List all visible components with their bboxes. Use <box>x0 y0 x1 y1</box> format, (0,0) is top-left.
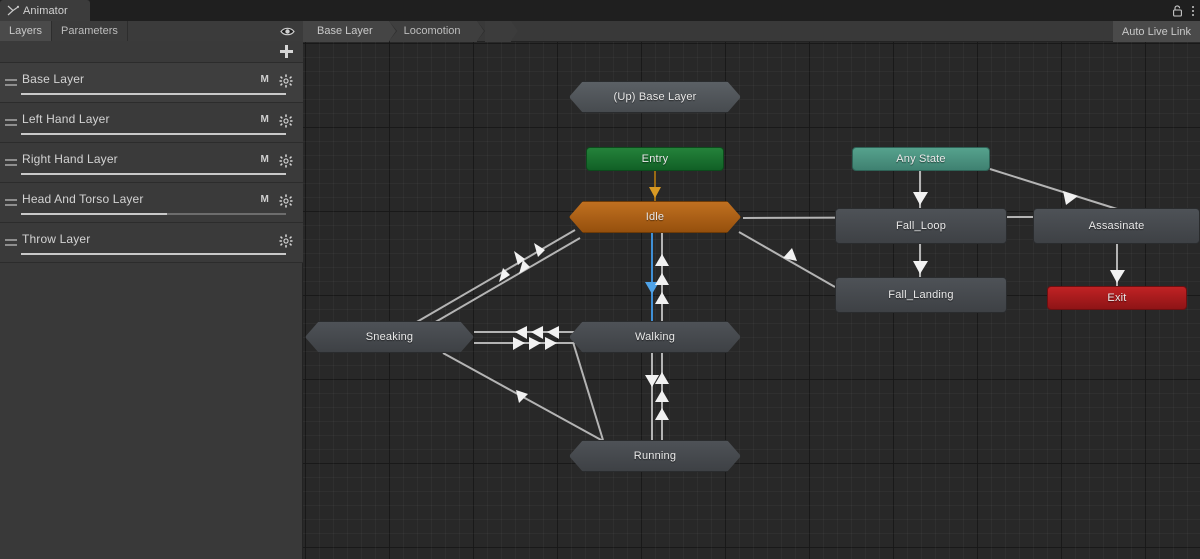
tab-parameters[interactable]: Parameters <box>52 21 128 41</box>
layer-name: Throw Layer <box>22 232 91 246</box>
gear-icon[interactable] <box>279 194 293 208</box>
layer-weight-fill <box>21 93 286 95</box>
state-node-idle[interactable]: Idle <box>569 201 741 233</box>
state-node-walking[interactable]: Walking <box>569 321 741 353</box>
layer-weight-slider[interactable] <box>21 93 286 95</box>
state-node-label: Running <box>633 450 677 462</box>
state-node-sneaking[interactable]: Sneaking <box>305 321 474 353</box>
state-node-fall_landing[interactable]: Fall_Landing <box>835 277 1007 313</box>
layer-weight-slider[interactable] <box>21 133 286 135</box>
state-node-label: Sneaking <box>365 331 414 343</box>
breadcrumb-item-locomotion[interactable]: Locomotion <box>389 20 485 42</box>
state-node-label: Fall_Loop <box>895 220 947 232</box>
auto-live-link-button[interactable]: Auto Live Link <box>1112 21 1200 42</box>
state-node-label: Walking <box>634 331 676 343</box>
layer-row[interactable]: Right Hand Layer M <box>0 143 303 183</box>
gear-icon[interactable] <box>279 154 293 168</box>
layer-weight-fill <box>21 213 167 215</box>
layer-name: Left Hand Layer <box>22 112 110 126</box>
state-node-fall_loop[interactable]: Fall_Loop <box>835 208 1007 244</box>
layer-mask-indicator[interactable]: M <box>260 114 269 125</box>
panel-tab-filler <box>127 21 303 41</box>
tab-animator[interactable]: Animator <box>0 0 90 21</box>
layer-mask-indicator[interactable]: M <box>260 194 269 205</box>
panel-tab-row: Layers Parameters <box>0 21 303 41</box>
layer-weight-slider[interactable] <box>21 253 286 255</box>
drag-handle-icon[interactable] <box>5 119 17 126</box>
state-node-entry[interactable]: Entry <box>586 147 724 171</box>
lock-icon[interactable] <box>1172 4 1183 17</box>
drag-handle-icon[interactable] <box>5 199 17 206</box>
layer-row[interactable]: Base Layer M <box>0 63 303 103</box>
state-node-label: (Up) Base Layer <box>613 91 697 103</box>
layer-row[interactable]: Head And Torso Layer M <box>0 183 303 223</box>
layer-weight-fill <box>21 133 286 135</box>
drag-handle-icon[interactable] <box>5 239 17 246</box>
layer-name: Head And Torso Layer <box>22 192 144 206</box>
animator-window: Animator Layers Parameters Base Layer M … <box>0 0 1200 559</box>
tab-layers[interactable]: Layers <box>0 21 53 41</box>
layer-name: Right Hand Layer <box>22 152 118 166</box>
state-machine-canvas[interactable]: .ln { stroke:#b4b4b4; stroke-width:2; fi… <box>303 42 1200 559</box>
eye-icon[interactable] <box>280 26 295 37</box>
state-node-running[interactable]: Running <box>569 440 741 472</box>
layer-list: Base Layer M Left Hand Layer M Right Hand La… <box>0 63 303 263</box>
gear-icon[interactable] <box>279 114 293 128</box>
drag-handle-icon[interactable] <box>5 79 17 86</box>
layers-panel: Layers Parameters Base Layer M Left Hand L… <box>0 21 303 559</box>
add-layer-row <box>0 41 303 63</box>
state-node-label: Entry <box>641 153 669 165</box>
layer-name: Base Layer <box>22 72 85 86</box>
gear-icon[interactable] <box>279 74 293 88</box>
layer-weight-fill <box>21 253 286 255</box>
drag-handle-icon[interactable] <box>5 159 17 166</box>
state-node-exit[interactable]: Exit <box>1047 286 1187 310</box>
state-node-label: Exit <box>1107 292 1127 304</box>
layer-row[interactable]: Left Hand Layer M <box>0 103 303 143</box>
layer-weight-slider[interactable] <box>21 173 286 175</box>
state-node-label: Idle <box>645 211 665 223</box>
tab-animator-label: Animator <box>23 4 68 17</box>
layer-weight-fill <box>21 173 286 175</box>
layer-mask-indicator[interactable]: M <box>260 154 269 165</box>
state-node-label: Any State <box>896 153 946 165</box>
breadcrumb-tail <box>484 20 518 42</box>
state-node-anystate[interactable]: Any State <box>852 147 990 171</box>
state-node-label: Fall_Landing <box>888 289 954 301</box>
breadcrumb-item-base-layer[interactable]: Base Layer <box>303 20 397 42</box>
state-node-label: Assasinate <box>1088 220 1145 232</box>
state-node-assasinate[interactable]: Assasinate <box>1033 208 1200 244</box>
animator-node-icon <box>7 5 19 16</box>
plus-icon[interactable] <box>280 45 293 58</box>
layer-mask-indicator[interactable]: M <box>260 74 269 85</box>
state-node-up[interactable]: (Up) Base Layer <box>569 81 741 113</box>
layer-weight-slider[interactable] <box>21 213 286 215</box>
window-tab-actions <box>1172 0 1194 21</box>
gear-icon[interactable] <box>279 234 293 248</box>
layer-row[interactable]: Throw Layer <box>0 223 303 263</box>
breadcrumb-bar: Base Layer Locomotion Auto Live Link <box>303 20 1200 42</box>
window-tab-strip: Animator <box>0 0 1200 21</box>
kebab-menu-icon[interactable] <box>1192 5 1194 16</box>
